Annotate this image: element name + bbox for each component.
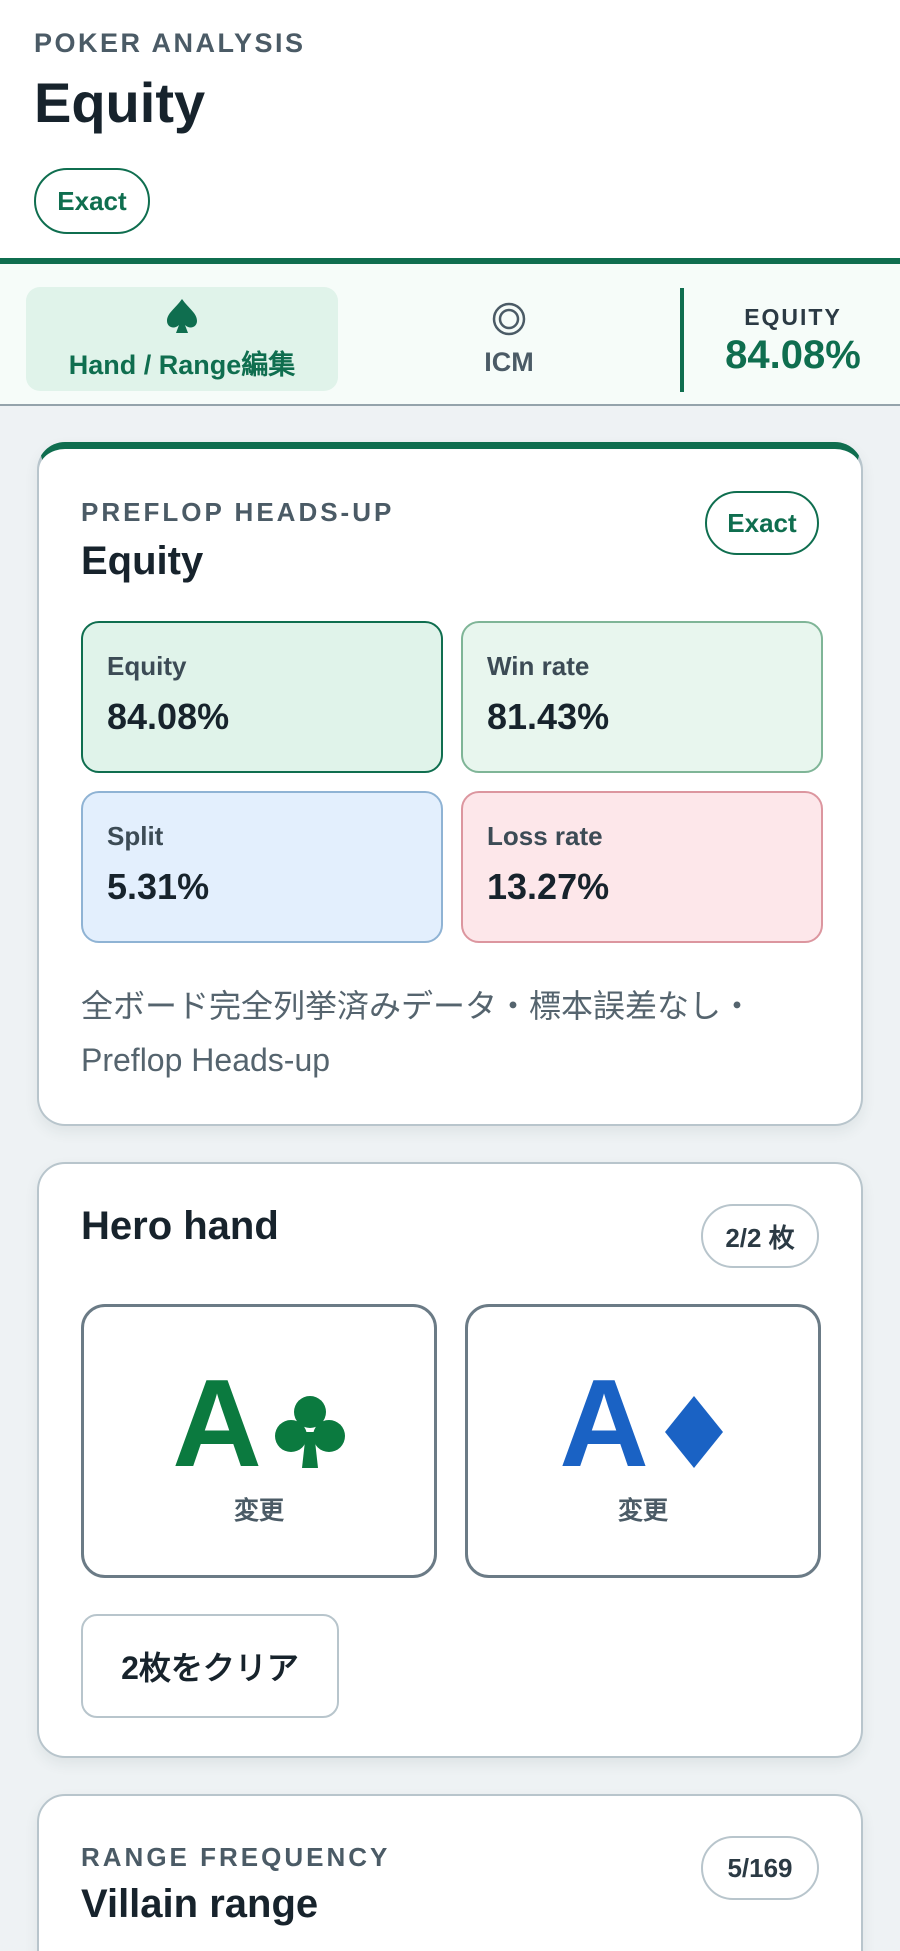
clear-cards-button[interactable]: 2枚をクリア — [81, 1614, 339, 1718]
tab-icm-label: ICM — [484, 346, 534, 377]
equity-summary-label: EQUITY — [744, 304, 842, 330]
club-icon — [274, 1394, 346, 1475]
stat-equity: Equity 84.08% — [81, 621, 443, 773]
equity-card: PREFLOP HEADS-UP Equity Exact Equity 84.… — [37, 442, 863, 1126]
equity-note: 全ボード完全列挙済みデータ・標本誤差なし・Preflop Heads-up — [81, 988, 754, 1078]
change-label: 変更 — [617, 1497, 668, 1525]
tab-hand-range-label: Hand / Range編集 — [68, 349, 296, 380]
spade-icon — [165, 297, 199, 337]
page-title: Equity — [34, 71, 206, 134]
equity-card-title: Equity — [81, 539, 204, 583]
stat-value: 81.43% — [487, 696, 610, 737]
villain-range-card: RANGE FREQUENCY Villain range 5/169 — [37, 1794, 863, 1951]
stat-value: 5.31% — [107, 866, 210, 907]
change-label: 変更 — [233, 1497, 284, 1525]
stat-win-rate: Win rate 81.43% — [461, 621, 823, 773]
card-rank: A — [172, 1355, 262, 1493]
stat-split: Split 5.31% — [81, 791, 443, 943]
tab-bar: Hand / Range編集 ICM EQUITY 84.08% — [0, 258, 900, 406]
app-header: POKER ANALYSIS Equity Exact — [0, 0, 900, 258]
hero-hand-card: Hero hand 2/2 枚 A 変更 A 変更 2枚をクリア — [37, 1162, 863, 1758]
range-card-eyebrow: RANGE FREQUENCY — [81, 1842, 391, 1872]
card-face: A — [84, 1355, 434, 1493]
stat-loss-rate: Loss rate 13.27% — [461, 791, 823, 943]
stat-label: Split — [107, 821, 164, 851]
stat-value: 84.08% — [107, 696, 230, 737]
summary-divider — [680, 288, 684, 392]
stat-label: Win rate — [487, 651, 590, 681]
range-card-title: Villain range — [81, 1882, 319, 1926]
stat-label: Equity — [107, 651, 187, 681]
stat-label: Loss rate — [487, 821, 603, 851]
tab-hand-range[interactable]: Hand / Range編集 — [26, 287, 338, 391]
diamond-icon — [661, 1394, 727, 1475]
equity-card-eyebrow: PREFLOP HEADS-UP — [81, 497, 395, 527]
card-face: A — [468, 1355, 818, 1493]
hero-card-1[interactable]: A 変更 — [81, 1304, 437, 1578]
equity-summary-value: 84.08% — [725, 333, 861, 377]
hero-card-2[interactable]: A 変更 — [465, 1304, 821, 1578]
card-rank: A — [559, 1355, 649, 1493]
range-count-badge: 5/169 — [701, 1836, 819, 1900]
card-count-badge: 2/2 枚 — [701, 1204, 819, 1268]
header-eyebrow: POKER ANALYSIS — [34, 28, 306, 58]
equity-summary: EQUITY 84.08% — [686, 304, 900, 378]
tab-icm[interactable]: ICM — [352, 287, 666, 391]
stat-value: 13.27% — [487, 866, 610, 907]
hero-hand-title: Hero hand — [81, 1204, 279, 1248]
exact-badge: Exact — [34, 168, 150, 234]
exact-badge: Exact — [705, 491, 819, 555]
bullseye-icon — [491, 301, 527, 341]
